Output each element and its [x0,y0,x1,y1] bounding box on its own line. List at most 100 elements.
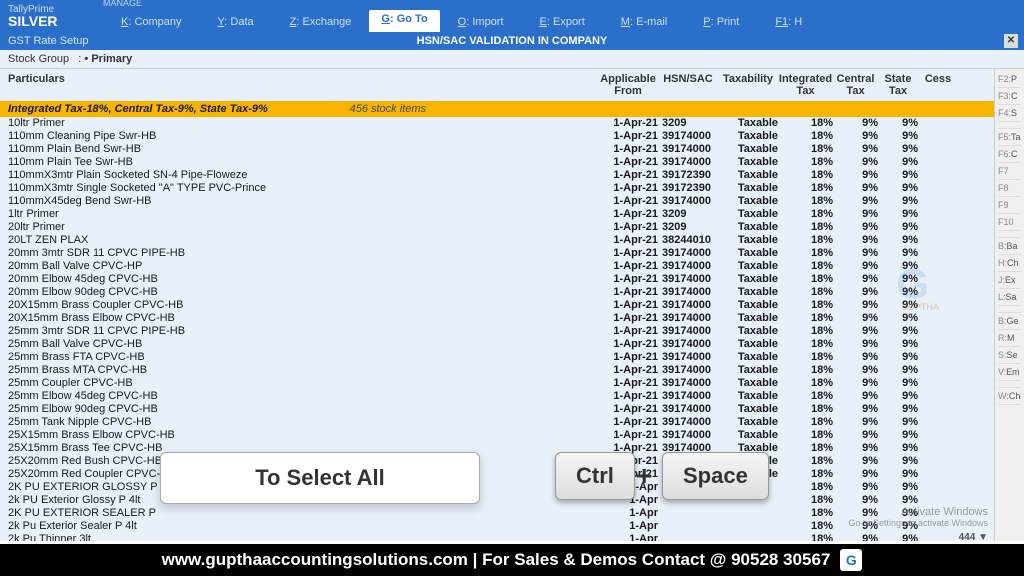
sidebar-shortcut[interactable]: S:Se [998,347,1021,364]
sidebar-shortcut[interactable]: J:Ex [998,272,1021,289]
cell-name: 25mm Tank Nipple CPVC-HB [8,416,598,429]
table-row[interactable]: 25mm Coupler CPVC-HB1-Apr-2139174000Taxa… [0,377,994,390]
cell-state: 9% [878,195,918,208]
sidebar-shortcut[interactable]: W:Ch [998,388,1021,405]
sidebar-shortcut[interactable]: B:Ba [998,238,1021,255]
menu-item-f1[interactable]: F1: H [757,10,820,35]
col-particulars: Particulars [8,73,598,97]
menu-item-y[interactable]: Y: Data [200,10,272,35]
cell-hsn: 39174000 [658,416,718,429]
table-row[interactable]: 25mm Tank Nipple CPVC-HB1-Apr-2139174000… [0,416,994,429]
cell-hsn: 39174000 [658,377,718,390]
menu-item-e[interactable]: E: Export [522,10,603,35]
cell-central: 9% [833,221,878,234]
table-row[interactable]: 20mm Ball Valve CPVC-HP1-Apr-2139174000T… [0,260,994,273]
cell-date: 1-Apr [598,507,658,520]
sidebar-shortcut[interactable]: F5:Ta [998,129,1021,146]
table-row[interactable]: 2k Pu Thinner 3lt1-Apr18%9%9% [0,533,994,541]
cell-cess [918,312,958,325]
table-row[interactable]: 25mm Brass MTA CPVC-HB1-Apr-2139174000Ta… [0,364,994,377]
menu-item-o[interactable]: O: Import [440,10,522,35]
table-row[interactable]: 20X15mm Brass Elbow CPVC-HB1-Apr-2139174… [0,312,994,325]
table-row[interactable]: 110mm Plain Tee Swr-HB1-Apr-2139174000Ta… [0,156,994,169]
cell-central: 9% [833,299,878,312]
sidebar-shortcut[interactable]: F4:S [998,105,1021,122]
cell-central: 9% [833,416,878,429]
cell-hsn: 39174000 [658,143,718,156]
menu-item-k[interactable]: K: Company [103,10,200,35]
sidebar-shortcut[interactable]: F3:C [998,88,1021,105]
cell-central: 9% [833,364,878,377]
cell-name: 10ltr Primer [8,117,598,130]
cell-cess [918,377,958,390]
close-icon[interactable]: ✕ [1004,34,1018,48]
plus-icon: + [636,460,652,492]
sidebar-shortcut[interactable]: L:Sa [998,289,1021,306]
menu-item-g[interactable]: G: Go To [369,10,439,35]
table-row[interactable]: 25X15mm Brass Elbow CPVC-HB1-Apr-2139174… [0,429,994,442]
sidebar-shortcut[interactable]: R:M [998,330,1021,347]
cell-hsn: 39174000 [658,429,718,442]
cell-name: 2K PU EXTERIOR SEALER P [8,507,598,520]
sidebar-shortcut[interactable]: V:Em [998,364,1021,381]
table-row[interactable]: 20LT ZEN PLAX1-Apr-2138244010Taxable18%9… [0,234,994,247]
cell-integrated: 18% [778,442,833,455]
col-applicable: Applicable From [598,73,658,97]
cell-central: 9% [833,481,878,494]
table-row[interactable]: 25X15mm Brass Tee CPVC-HB1-Apr-213917400… [0,442,994,455]
table-row[interactable]: 110mm Plain Bend Swr-HB1-Apr-2139174000T… [0,143,994,156]
cell-state: 9% [878,468,918,481]
sidebar-shortcut[interactable]: F2:P [998,71,1021,88]
cell-tax: Taxable [718,351,778,364]
table-row[interactable]: 20X15mm Brass Coupler CPVC-HB1-Apr-21391… [0,299,994,312]
sidebar-shortcut[interactable]: F8 [998,180,1021,197]
table-row[interactable]: 25mm Elbow 45deg CPVC-HB1-Apr-2139174000… [0,390,994,403]
cell-name: 110mm Plain Tee Swr-HB [8,156,598,169]
cell-cess [918,468,958,481]
table-row[interactable]: 110mmX45deg Bend Swr-HB1-Apr-2139174000T… [0,195,994,208]
stock-group-label: Stock Group [8,53,69,65]
table-row[interactable]: 25mm 3mtr SDR 11 CPVC PIPE-HB1-Apr-21391… [0,325,994,338]
ctrl-key: Ctrl [555,452,635,500]
table-row[interactable]: 20mm Elbow 45deg CPVC-HB1-Apr-2139174000… [0,273,994,286]
table-row[interactable]: 110mm Cleaning Pipe Swr-HB1-Apr-21391740… [0,130,994,143]
cell-name: 110mmX45deg Bend Swr-HB [8,195,598,208]
sidebar-shortcut[interactable]: F6:C [998,146,1021,163]
table-row[interactable]: 20ltr Primer1-Apr-213209Taxable18%9%9% [0,221,994,234]
table-row[interactable]: 25mm Brass FTA CPVC-HB1-Apr-2139174000Ta… [0,351,994,364]
menu-item-m[interactable]: M: E-mail [603,10,685,35]
menu-item-p[interactable]: P: Print [685,10,757,35]
table-row[interactable]: 25X20mm Red Coupler CPVC-HB1-Apr-2139174… [0,468,994,481]
table-row[interactable]: 10ltr Primer1-Apr-213209Taxable18%9%9% [0,117,994,130]
col-cess: Cess [918,73,958,97]
cell-date: 1-Apr-21 [598,208,658,221]
cell-integrated: 18% [778,364,833,377]
menu-item-z[interactable]: Z: Exchange [272,10,370,35]
sidebar-shortcut[interactable]: F10 [998,214,1021,231]
cell-cess [918,403,958,416]
cell-hsn [658,507,718,520]
sidebar-shortcut [998,122,1021,129]
cell-state: 9% [878,234,918,247]
cell-name: 110mm Cleaning Pipe Swr-HB [8,130,598,143]
table-row[interactable]: 2k PU Exterior Glossy P 4lt1-Apr18%9%9% [0,494,994,507]
sidebar-shortcut[interactable]: F7 [998,163,1021,180]
sidebar-shortcut[interactable]: B:Ge [998,313,1021,330]
table-row[interactable]: 20mm 3mtr SDR 11 CPVC PIPE-HB1-Apr-21391… [0,247,994,260]
table-row[interactable]: 110mmX3mtr Single Socketed "A" TYPE PVC-… [0,182,994,195]
cell-tax: Taxable [718,338,778,351]
table-row[interactable]: 2K PU EXTERIOR GLOSSY P1-Apr18%9%9% [0,481,994,494]
table-row[interactable]: 20mm Elbow 90deg CPVC-HB1-Apr-2139174000… [0,286,994,299]
table-row[interactable]: 25mm Elbow 90deg CPVC-HB1-Apr-2139174000… [0,403,994,416]
table-row[interactable]: 25X20mm Red Bush CPVC-HB1-Apr-2139174000… [0,455,994,468]
table-row[interactable]: 110mmX3mtr Plain Socketed SN-4 Pipe-Flow… [0,169,994,182]
table-row[interactable]: 2K PU EXTERIOR SEALER P1-Apr18%9%9% [0,507,994,520]
table-row[interactable]: 25mm Ball Valve CPVC-HB1-Apr-2139174000T… [0,338,994,351]
table-row[interactable]: 1ltr Primer1-Apr-213209Taxable18%9%9% [0,208,994,221]
data-rows: 10ltr Primer1-Apr-213209Taxable18%9%9%11… [0,117,994,541]
sidebar-shortcut[interactable]: H:Ch [998,255,1021,272]
table-row[interactable]: 2k Pu Exterior Sealer P 4lt1-Apr18%9%9% [0,520,994,533]
ctrl-key-label: Ctrl [576,463,614,488]
sidebar-shortcut[interactable]: F9 [998,197,1021,214]
cell-central: 9% [833,286,878,299]
